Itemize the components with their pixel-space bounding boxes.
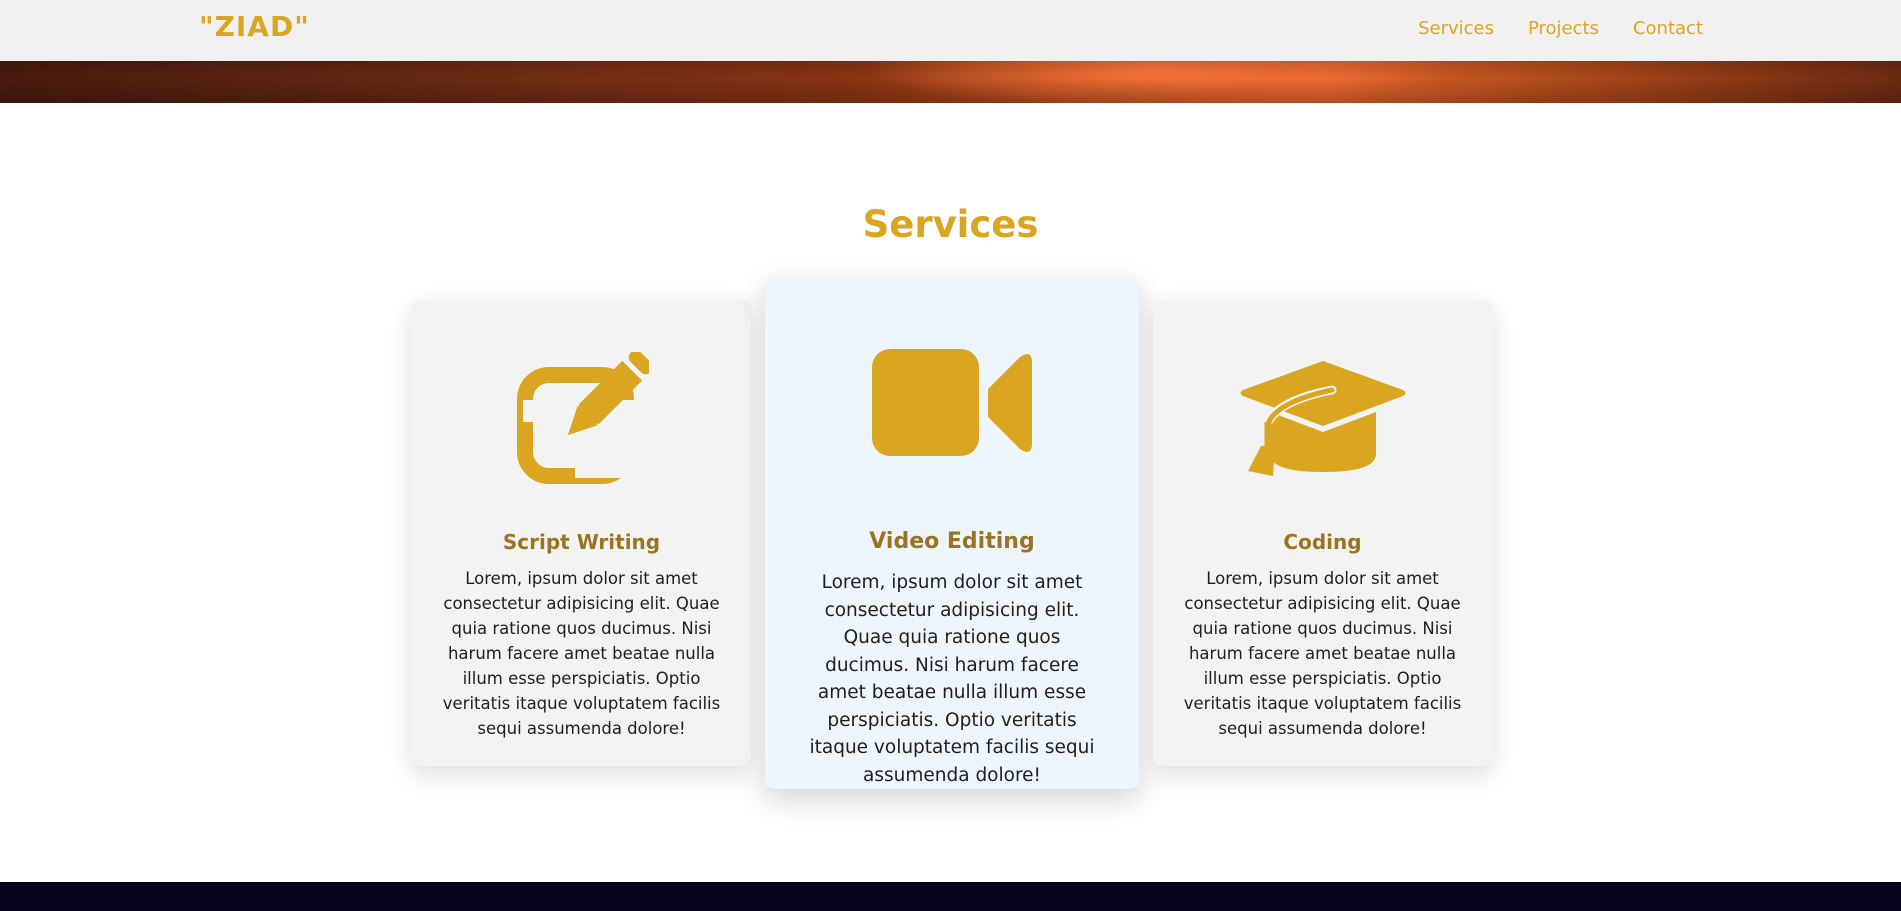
service-card-script-writing: Script Writing Lorem, ipsum dolor sit am… [412,300,751,766]
service-card-coding: Coding Lorem, ipsum dolor sit amet conse… [1153,300,1492,766]
nav-link-projects[interactable]: Projects [1528,18,1599,39]
graduation-cap-icon [1153,360,1492,476]
card-description: Lorem, ipsum dolor sit amet consectetur … [1183,569,1462,738]
hero-banner [0,61,1901,103]
nav-link-services[interactable]: Services [1418,18,1494,39]
navbar: "ZIAD" Services Projects Contact [0,0,1901,61]
card-title: Video Editing [869,529,1035,554]
nav-links: Services Projects Contact [1418,18,1703,39]
card-title: Script Writing [502,530,661,554]
video-camera-icon [765,349,1139,457]
footer [0,882,1901,911]
section-title: Services [862,203,1039,246]
card-description: Lorem, ipsum dolor sit amet consectetur … [809,572,1095,786]
pen-to-square-icon [412,352,751,486]
service-card-video-editing: Video Editing Lorem, ipsum dolor sit ame… [765,277,1139,789]
nav-link-contact[interactable]: Contact [1633,18,1703,39]
card-title: Coding [1283,530,1362,554]
card-description: Lorem, ipsum dolor sit amet consectetur … [442,569,721,738]
site-logo[interactable]: "ZIAD" [199,10,310,43]
